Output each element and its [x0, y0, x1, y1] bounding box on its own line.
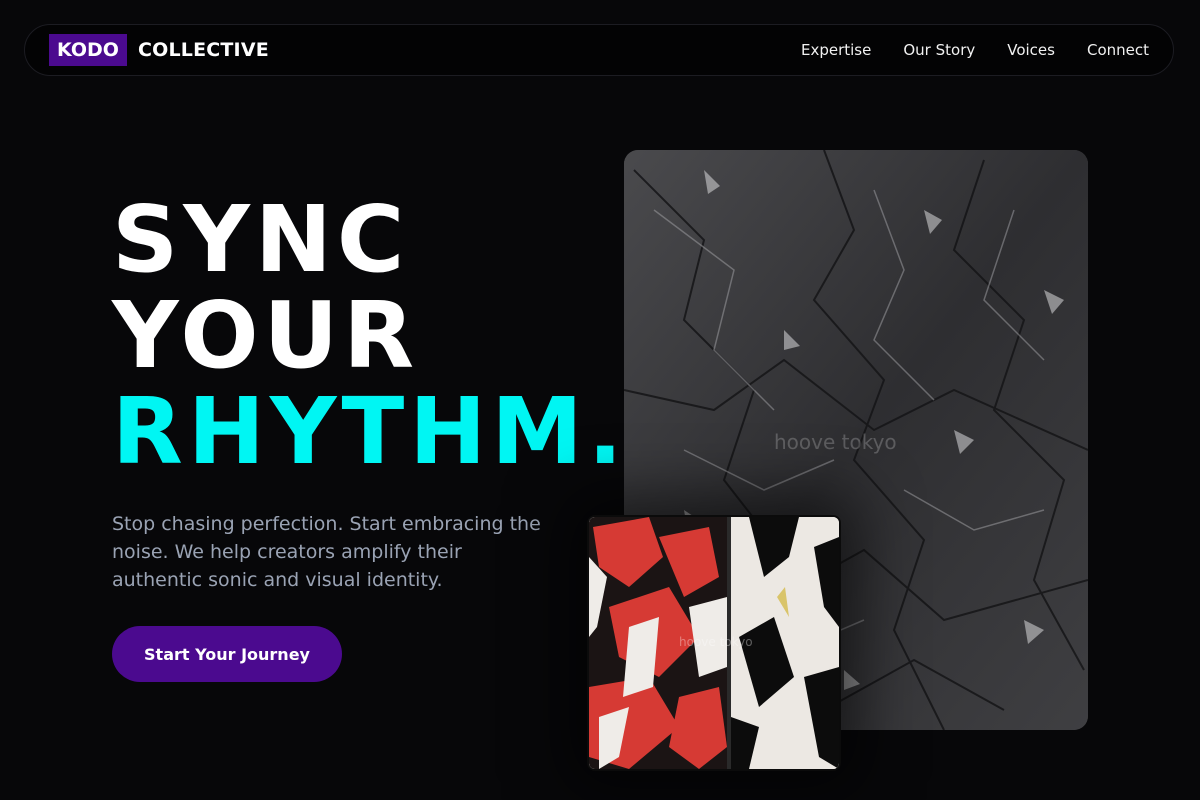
large-image-watermark: hoove tokyo	[774, 430, 897, 454]
hero-headline: SYNC YOUR RHYTHM.	[112, 192, 628, 480]
nav-link-connect[interactable]: Connect	[1087, 41, 1149, 59]
hero-headline-line-2: YOUR	[112, 282, 420, 389]
brand-logo[interactable]: KODO COLLECTIVE	[49, 34, 269, 66]
hero-headline-line-1: SYNC	[112, 186, 410, 293]
nav-link-voices[interactable]: Voices	[1007, 41, 1055, 59]
small-image-watermark: hoove tokyo	[679, 635, 753, 649]
nav-links: Expertise Our Story Voices Connect	[769, 41, 1149, 59]
hero-subtitle: Stop chasing perfection. Start embracing…	[112, 513, 541, 591]
collage-image-small: hoove tokyo	[587, 515, 841, 771]
start-journey-button[interactable]: Start Your Journey	[112, 626, 342, 682]
brand-badge: KODO	[49, 34, 127, 66]
hero-headline-accent: RHYTHM.	[112, 378, 628, 485]
top-navigation-bar: KODO COLLECTIVE Expertise Our Story Voic…	[24, 24, 1174, 76]
nav-link-expertise[interactable]: Expertise	[801, 41, 871, 59]
nav-link-our-story[interactable]: Our Story	[903, 41, 975, 59]
brand-name: COLLECTIVE	[137, 39, 269, 61]
